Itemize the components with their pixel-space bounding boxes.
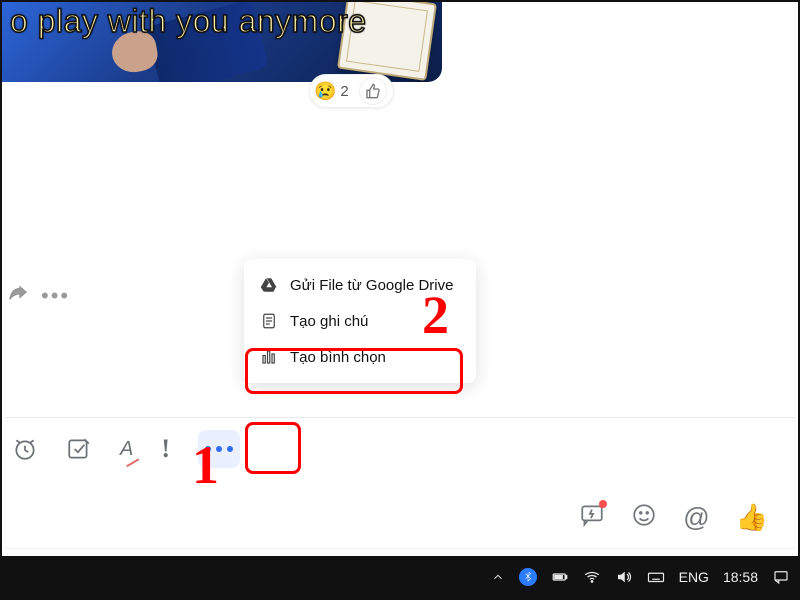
tray-battery[interactable]	[551, 568, 569, 586]
annotation-box-1	[245, 422, 301, 474]
tray-wifi[interactable]	[583, 568, 601, 586]
tray-keyboard[interactable]	[647, 568, 665, 586]
smiley-icon	[631, 502, 657, 528]
tray-clock[interactable]: 18:58	[723, 569, 758, 585]
reaction-count: 2	[340, 83, 348, 100]
more-actions-menu: Gửi File từ Google Drive Tạo ghi chú Tạo…	[244, 259, 476, 383]
more-options-button[interactable]	[198, 430, 240, 468]
wifi-icon	[583, 568, 601, 586]
menu-item-label: Tạo ghi chú	[290, 313, 368, 330]
keyboard-icon	[647, 568, 665, 586]
message-hover-actions: •••	[7, 282, 70, 309]
tray-overflow-button[interactable]	[491, 570, 505, 584]
menu-item-create-poll[interactable]: Tạo bình chọn	[244, 339, 476, 375]
tray-language[interactable]: ENG	[679, 569, 709, 585]
notification-icon	[772, 568, 790, 586]
priority-button[interactable]: !	[161, 434, 170, 464]
lightning-chat-icon	[579, 502, 605, 528]
alarm-clock-icon	[12, 436, 38, 462]
more-icon[interactable]: •••	[41, 283, 70, 309]
poll-icon	[260, 348, 278, 366]
composer-right-actions: @ 👍	[579, 502, 768, 533]
task-check-icon	[66, 436, 92, 462]
tray-volume[interactable]	[615, 568, 633, 586]
format-text-icon: A	[120, 438, 133, 461]
speaker-icon	[615, 568, 633, 586]
chevron-up-icon	[491, 570, 505, 584]
emoji-button[interactable]	[631, 502, 657, 533]
send-like-button[interactable]: 👍	[736, 502, 768, 533]
task-button[interactable]	[66, 436, 92, 462]
bottom-separator	[4, 548, 796, 549]
toolbar-separator	[4, 417, 796, 418]
share-icon[interactable]	[7, 282, 29, 309]
reminder-button[interactable]	[12, 436, 38, 462]
menu-item-label: Gửi File từ Google Drive	[290, 277, 453, 294]
windows-taskbar: ENG 18:58	[2, 556, 798, 598]
reaction-bar[interactable]: 😢 2	[309, 74, 394, 108]
google-drive-icon	[260, 276, 278, 294]
ellipsis-icon	[205, 446, 233, 452]
menu-item-google-drive[interactable]: Gửi File từ Google Drive	[244, 267, 476, 303]
note-icon	[260, 312, 278, 330]
format-text-button[interactable]: A	[120, 438, 133, 461]
tray-notifications[interactable]	[772, 568, 790, 586]
meme-caption: o play with you anymore	[10, 4, 434, 38]
battery-icon	[551, 568, 569, 586]
menu-item-create-note[interactable]: Tạo ghi chú	[244, 303, 476, 339]
chat-image-message[interactable]: o play with you anymore	[2, 2, 442, 82]
bluetooth-icon	[523, 572, 533, 582]
reaction-like[interactable]	[359, 77, 387, 105]
thumbs-up-icon	[365, 83, 381, 99]
tray-bluetooth[interactable]	[519, 568, 537, 586]
mention-button[interactable]: @	[683, 502, 709, 533]
reaction-cry[interactable]: 😢 2	[314, 82, 349, 100]
quick-message-button[interactable]	[579, 502, 605, 533]
menu-item-label: Tạo bình chọn	[290, 349, 386, 366]
cry-icon: 😢	[314, 82, 336, 100]
composer-toolbar: A !	[12, 430, 240, 468]
